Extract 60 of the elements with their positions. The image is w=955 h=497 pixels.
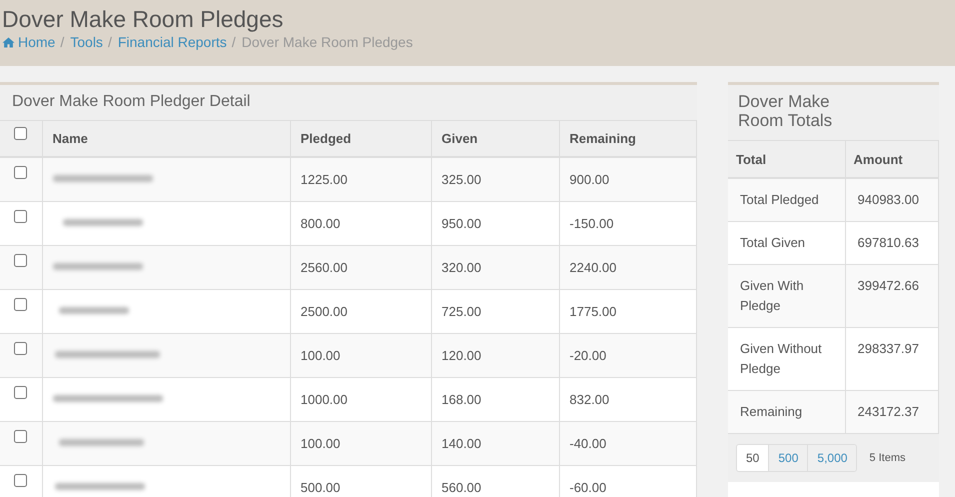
table-cell: 1775.00 <box>559 289 696 333</box>
row-checkbox[interactable] <box>14 254 28 266</box>
row-checkbox[interactable] <box>14 430 28 442</box>
table-cell: 399472.66 <box>845 264 938 328</box>
table-cell: 940983.00 <box>845 178 938 222</box>
breadcrumb-link[interactable]: Tools <box>70 34 103 50</box>
breadcrumb-separator: / <box>106 34 113 50</box>
table-cell: 120.00 <box>431 333 559 377</box>
select-all-checkbox[interactable] <box>14 127 28 140</box>
row-checkbox[interactable] <box>14 386 28 398</box>
home-icon <box>2 36 15 48</box>
table-cell: 2560.00 <box>290 245 431 289</box>
row-checkbox[interactable] <box>14 474 28 486</box>
table-cell: 560.00 <box>431 465 559 497</box>
column-header: Name <box>42 121 290 157</box>
table-cell: 697810.63 <box>845 222 938 264</box>
table-cell: 140.00 <box>431 421 559 465</box>
panel-title: Dover Make Room Totals <box>728 85 939 141</box>
table-cell: Total Pledged <box>728 178 845 222</box>
row-checkbox[interactable] <box>14 298 28 310</box>
breadcrumb-link[interactable]: Financial Reports <box>118 34 227 50</box>
table-cell: 168.00 <box>431 377 559 421</box>
page-size-button[interactable]: 50 <box>737 445 768 471</box>
table-cell: 2500.00 <box>290 289 431 333</box>
item-count: 5 Items <box>869 452 906 464</box>
table-cell: Total Given <box>728 222 845 264</box>
table-cell: 800.00 <box>290 201 431 245</box>
row-checkbox[interactable] <box>14 210 28 222</box>
table-cell: 320.00 <box>431 245 559 289</box>
breadcrumb-separator: / <box>230 34 237 50</box>
table-cell: 243172.37 <box>845 390 938 434</box>
row-checkbox[interactable] <box>14 166 28 179</box>
table-cell: 1225.00 <box>290 157 431 201</box>
column-header: Remaining <box>559 121 696 157</box>
column-header: Given <box>431 121 559 157</box>
table-cell: -40.00 <box>559 421 696 465</box>
table-cell: -20.00 <box>559 333 696 377</box>
breadcrumb-current: Dover Make Room Pledges <box>242 34 413 50</box>
table-cell: Given Without Pledge <box>728 328 845 390</box>
table-cell: Given With Pledge <box>728 264 845 328</box>
page-size-button[interactable]: 5,000 <box>807 445 856 471</box>
table-cell: Remaining <box>728 390 845 434</box>
column-header: Pledged <box>290 121 431 157</box>
breadcrumb-separator: / <box>59 34 66 50</box>
table-cell: 2240.00 <box>559 245 696 289</box>
table-cell: 100.00 <box>290 333 431 377</box>
table-cell: 500.00 <box>290 465 431 497</box>
table-cell: 1000.00 <box>290 377 431 421</box>
table-cell: 950.00 <box>431 201 559 245</box>
table-cell: 100.00 <box>290 421 431 465</box>
page-title: Dover Make Room Pledges <box>2 5 284 33</box>
row-checkbox[interactable] <box>14 342 28 354</box>
table-cell: 298337.97 <box>845 328 938 390</box>
home-link[interactable]: Home <box>2 34 56 50</box>
table-cell: 832.00 <box>559 377 696 421</box>
table-cell: -150.00 <box>559 201 696 245</box>
table-cell: 900.00 <box>559 157 696 201</box>
table-cell: 725.00 <box>431 289 559 333</box>
table-cell: 325.00 <box>431 157 559 201</box>
table-cell: -60.00 <box>559 465 696 497</box>
